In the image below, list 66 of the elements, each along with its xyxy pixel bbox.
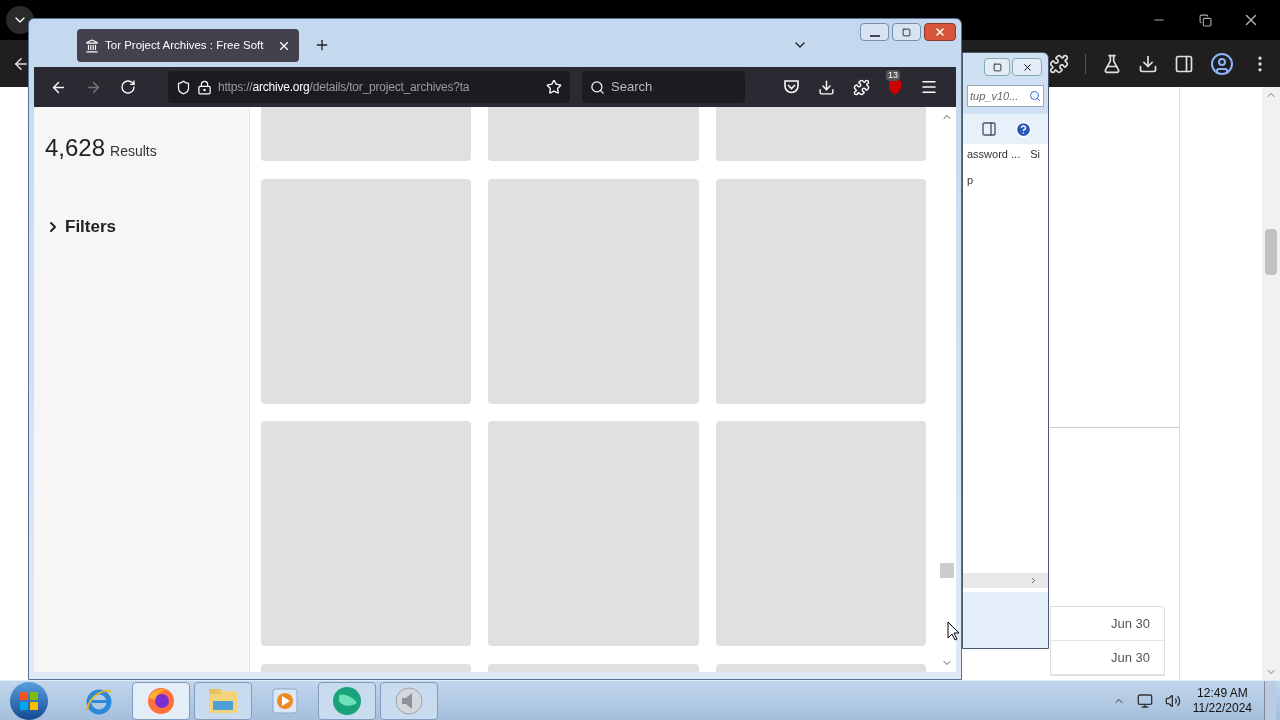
side-panel-icon[interactable] (1174, 53, 1194, 74)
play-icon (272, 687, 298, 714)
lock-icon[interactable] (197, 79, 212, 95)
close-icon (1021, 61, 1033, 73)
speaker-icon (394, 685, 424, 716)
archive-icon (85, 38, 99, 53)
windows-logo-icon (19, 690, 39, 711)
download-icon[interactable] (1138, 53, 1158, 74)
search-field[interactable]: tup_v10... (967, 85, 1044, 107)
reload-icon[interactable] (120, 79, 136, 95)
date-text: Jun 30 (1110, 648, 1150, 667)
tab-search-button[interactable] (6, 6, 34, 34)
menu-icon[interactable] (920, 78, 938, 96)
maximize-button[interactable] (984, 58, 1010, 76)
bookmark-star-icon[interactable] (546, 79, 562, 95)
extensions-icon[interactable] (1049, 53, 1069, 74)
search-placeholder: Search (611, 78, 653, 97)
pocket-icon[interactable] (783, 79, 800, 95)
new-tab-icon[interactable] (314, 37, 330, 53)
maximize-icon (992, 62, 1002, 72)
maximize-icon (902, 27, 911, 37)
fox-globe-icon (146, 685, 176, 716)
addon-badge: 13 (886, 70, 900, 81)
results-count: 4,628 (45, 133, 106, 163)
date-text: Jun 30 (1110, 614, 1150, 633)
taskbar-button[interactable] (132, 681, 190, 720)
shield-icon[interactable] (176, 79, 191, 95)
tab-title: Tor Project Archives : Free Soft (105, 37, 265, 53)
results-label: Results (110, 142, 157, 161)
show-desktop-button[interactable] (1264, 680, 1276, 720)
search-text: tup_v10... (970, 88, 1019, 104)
shield-addon-icon[interactable] (888, 79, 902, 95)
globe-icon (331, 684, 363, 717)
scroll-thumb[interactable] (939, 563, 954, 578)
column-header[interactable]: Si (1030, 145, 1040, 163)
url-text: https://archive.org/details/tor_project_archives?ta (218, 79, 471, 96)
profile-icon[interactable] (1210, 51, 1234, 76)
flask-icon[interactable] (1102, 53, 1122, 74)
scroll-right-icon[interactable] (1029, 576, 1038, 585)
scrollbar[interactable] (1262, 87, 1280, 680)
volume-icon[interactable] (1164, 692, 1181, 709)
clock-date: 11/22/2024 (1192, 700, 1252, 716)
clock-time: 12:49 AM (1197, 685, 1248, 701)
close-button[interactable] (1012, 58, 1042, 76)
file-name-text: p (966, 173, 975, 188)
preview-pane-icon[interactable] (981, 121, 997, 137)
clock[interactable]: 12:49 AM 11/22/2024 (1192, 685, 1252, 716)
search-icon (1029, 90, 1041, 102)
network-icon[interactable] (1136, 692, 1153, 709)
close-icon (934, 26, 946, 38)
filters-toggle[interactable]: Filters (45, 214, 238, 240)
downloads-icon[interactable] (818, 78, 835, 96)
minimize-button[interactable] (860, 23, 889, 41)
maximize-button[interactable] (892, 23, 921, 41)
restore-icon (1198, 13, 1212, 27)
search-icon (590, 79, 605, 95)
start-button[interactable] (10, 681, 48, 720)
search-field[interactable]: Search (582, 71, 745, 103)
close-button[interactable] (924, 23, 956, 41)
browser-tab[interactable]: Tor Project Archives : Free Soft (77, 29, 299, 62)
address-bar[interactable]: https://archive.org/details/tor_project_archives?ta (168, 71, 570, 103)
help-icon[interactable] (1015, 120, 1032, 138)
horizontal-scrollbar[interactable] (963, 573, 1048, 588)
column-header[interactable]: assword ... (967, 145, 1021, 163)
folder-icon (207, 686, 239, 715)
scroll-thumb[interactable] (1265, 229, 1277, 275)
